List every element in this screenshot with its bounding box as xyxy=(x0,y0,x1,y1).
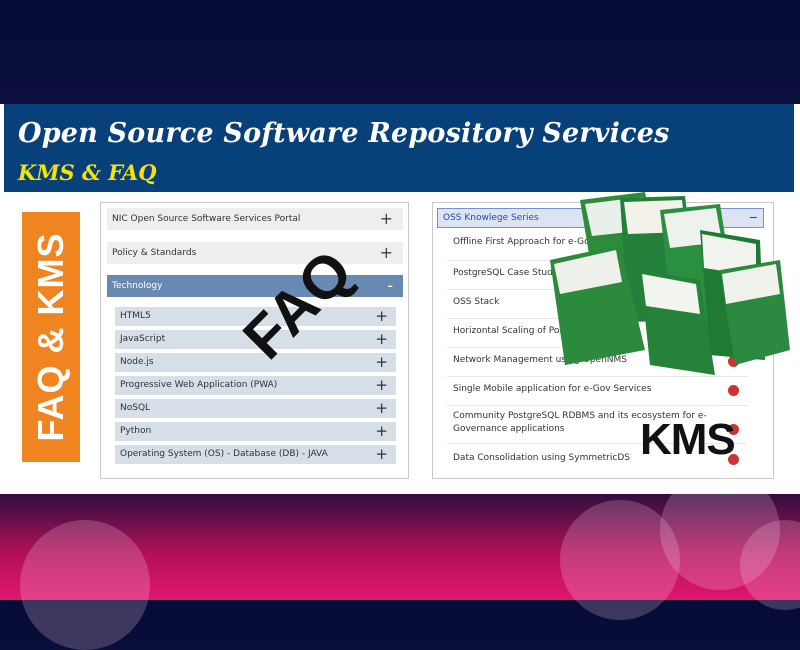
header-banner: Open Source Software Repository Services… xyxy=(4,104,794,192)
expand-icon[interactable]: + xyxy=(375,445,388,464)
kms-item-single-mobile-app[interactable]: Single Mobile application for e-Gov Serv… xyxy=(447,377,747,406)
expand-icon[interactable]: + xyxy=(375,307,388,326)
accordion-policy-standards[interactable]: Policy & Standards + xyxy=(107,242,403,264)
kms-item-label: PostgreSQL Case Study xyxy=(453,268,559,278)
accordion-label: Technology xyxy=(112,281,163,291)
faq-item-label: Progressive Web Application (PWA) xyxy=(120,380,278,390)
kms-item-label: Data Consolidation using SymmetricDS xyxy=(453,453,630,463)
faq-item-label: Python xyxy=(120,426,152,436)
kms-header-label: OSS Knowlege Series xyxy=(443,213,539,223)
accordion-label: NIC Open Source Software Services Portal xyxy=(112,214,301,224)
expand-icon[interactable]: + xyxy=(375,330,388,349)
kms-overlay-text: KMS xyxy=(640,415,736,464)
faq-item-nosql[interactable]: NoSQL + xyxy=(115,399,396,418)
faq-item-label: NoSQL xyxy=(120,403,151,413)
bokeh-light xyxy=(20,520,150,650)
side-label-text: FAQ & KMS xyxy=(30,232,71,442)
faq-item-label: Operating System (OS) - Database (DB) - … xyxy=(120,449,328,459)
faq-item-nodejs[interactable]: Node.js + xyxy=(115,353,396,372)
booklet-stack-image xyxy=(550,192,790,375)
page-subtitle: KMS & FAQ xyxy=(18,160,157,185)
expand-icon[interactable]: + xyxy=(380,242,393,264)
expand-icon[interactable]: + xyxy=(375,376,388,395)
kms-item-label: OSS Stack xyxy=(453,297,500,307)
collapse-icon[interactable]: - xyxy=(387,275,393,297)
expand-icon[interactable]: + xyxy=(380,208,393,230)
pdf-icon[interactable] xyxy=(728,385,739,396)
side-label: FAQ & KMS xyxy=(22,212,80,462)
kms-item-label: Single Mobile application for e-Gov Serv… xyxy=(453,384,652,394)
expand-icon[interactable]: + xyxy=(375,422,388,441)
faq-item-python[interactable]: Python + xyxy=(115,422,396,441)
faq-item-os-db-java[interactable]: Operating System (OS) - Database (DB) - … xyxy=(115,445,396,464)
faq-item-pwa[interactable]: Progressive Web Application (PWA) + xyxy=(115,376,396,395)
faq-item-label: HTML5 xyxy=(120,311,151,321)
faq-item-label: JavaScript xyxy=(120,334,166,344)
accordion-label: Policy & Standards xyxy=(112,248,197,258)
page-title: Open Source Software Repository Services xyxy=(18,118,670,149)
accordion-nic-portal[interactable]: NIC Open Source Software Services Portal… xyxy=(107,208,403,230)
expand-icon[interactable]: + xyxy=(375,353,388,372)
expand-icon[interactable]: + xyxy=(375,399,388,418)
faq-item-label: Node.js xyxy=(120,357,154,367)
